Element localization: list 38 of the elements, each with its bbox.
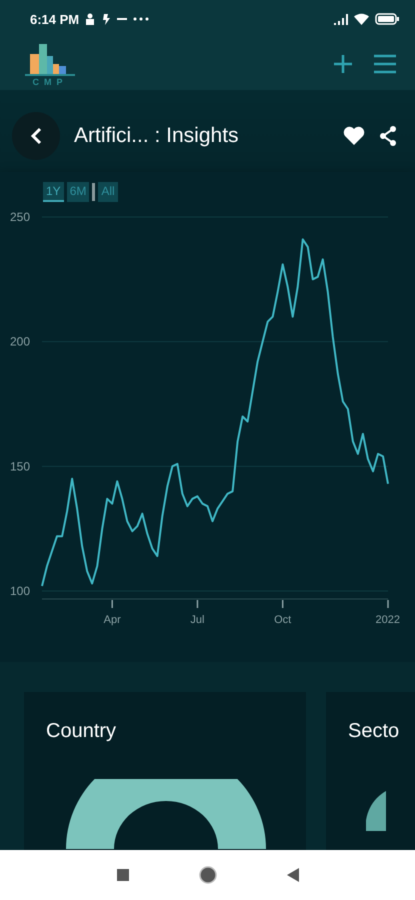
card-title: Secto xyxy=(348,720,400,743)
logo-text: CMP xyxy=(32,76,68,86)
add-button[interactable] xyxy=(333,54,353,74)
back-icon xyxy=(29,127,43,145)
person-icon xyxy=(85,13,96,25)
x-axis-tick xyxy=(282,600,284,608)
donut-chart-drawing xyxy=(366,791,386,831)
more-icon xyxy=(133,17,150,21)
card-title: Country xyxy=(46,720,118,743)
menu-button[interactable] xyxy=(373,54,397,74)
range-tab[interactable]: 1Y xyxy=(43,182,64,202)
y-axis-label: 250 xyxy=(10,210,30,224)
x-axis-label: Oct xyxy=(274,614,292,626)
back-button[interactable] xyxy=(12,112,60,160)
x-axis-label: 2022 xyxy=(376,614,400,626)
dash-icon xyxy=(117,17,128,21)
share-button[interactable] xyxy=(379,126,397,146)
x-axis-label: Jul xyxy=(190,614,204,626)
x-axis-tick xyxy=(196,600,198,608)
notification-icon xyxy=(101,13,112,25)
recents-button[interactable] xyxy=(116,869,128,881)
x-axis-label: Apr xyxy=(104,614,121,626)
back-nav-button[interactable] xyxy=(286,868,298,882)
signal-icon xyxy=(334,14,348,24)
home-button[interactable] xyxy=(198,866,216,884)
range-tab[interactable]: All xyxy=(98,182,118,202)
favorite-button[interactable] xyxy=(343,126,365,146)
battery-icon xyxy=(375,13,399,25)
y-axis-label: 200 xyxy=(10,334,30,349)
range-tab[interactable]: 6M xyxy=(66,182,90,202)
y-axis-label: 100 xyxy=(10,584,30,598)
x-axis-tick xyxy=(111,600,113,608)
bar-chart-logo-icon xyxy=(25,42,75,76)
y-axis-label: 150 xyxy=(10,459,30,474)
status-time: 6:14 PM xyxy=(30,12,80,26)
x-axis-tick xyxy=(387,600,389,608)
page-title: Artifici... : Insights xyxy=(74,124,240,148)
wifi-icon xyxy=(354,13,369,25)
